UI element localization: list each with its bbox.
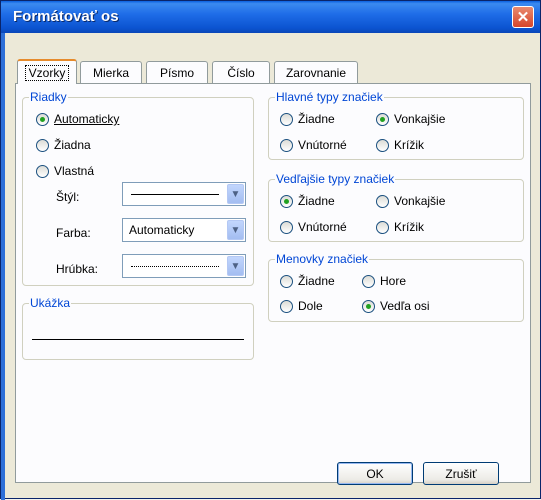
styl-label: Štýl: <box>56 190 80 204</box>
radio-circle <box>36 164 49 178</box>
radio-ziadna[interactable]: Žiadna <box>36 138 91 152</box>
close-button[interactable]: ✕ <box>512 6 534 28</box>
radio-circle <box>362 299 375 313</box>
vedlajsie-ziadne[interactable]: Žiadne <box>280 194 335 208</box>
radio-circle <box>362 274 375 288</box>
farba-select[interactable]: Automaticky ▼ <box>122 218 246 242</box>
radio-automaticky[interactable]: Automaticky <box>36 112 119 126</box>
format-axis-dialog: Formátovať os ✕ Vzorky Mierka Písmo Čísl… <box>0 0 541 500</box>
line-weight-preview <box>131 265 219 267</box>
hrubka-label: Hrúbka: <box>56 262 99 276</box>
farba-label: Farba: <box>56 226 91 240</box>
menovky-ziadne[interactable]: Žiadne <box>280 274 335 288</box>
radio-circle <box>280 299 293 313</box>
radio-circle <box>36 138 49 152</box>
ukazka-legend: Ukážka <box>30 296 71 310</box>
radio-circle <box>376 138 389 152</box>
radio-circle <box>376 220 389 234</box>
menovky-legend: Menovky značiek <box>276 252 369 266</box>
line-style-preview <box>131 193 219 195</box>
radio-circle <box>376 194 389 208</box>
farba-value: Automaticky <box>129 223 195 237</box>
sample-line <box>32 339 244 340</box>
title-bar[interactable]: Formátovať os ✕ <box>1 1 540 33</box>
window-edge <box>1 33 5 500</box>
menovky-vedla-osi[interactable]: Vedľa osi <box>362 299 430 313</box>
tab-panel: Riadky Automaticky Žiadna Vlastná Štýl: … <box>15 83 531 483</box>
vedlajsie-legend: Vedľajšie typy značiek <box>276 172 395 186</box>
hlavne-vonkajsie[interactable]: Vonkajšie <box>376 112 445 126</box>
chevron-down-icon[interactable]: ▼ <box>227 256 244 276</box>
radio-circle <box>376 112 389 126</box>
hlavne-legend: Hlavné typy značiek <box>276 90 383 104</box>
cancel-button[interactable]: Zrušiť <box>423 462 499 485</box>
riadky-legend: Riadky <box>30 90 67 104</box>
vedlajsie-krizik[interactable]: Krížik <box>376 220 424 234</box>
tab-pismo[interactable]: Písmo <box>146 61 208 83</box>
vedlajsie-vnutorne[interactable]: Vnútorné <box>280 220 347 234</box>
ok-button[interactable]: OK <box>337 462 413 485</box>
hlavne-vnutorne[interactable]: Vnútorné <box>280 138 347 152</box>
tab-cislo[interactable]: Číslo <box>212 61 270 83</box>
ukazka-group: Ukážka <box>22 296 254 360</box>
hlavne-krizik[interactable]: Krížik <box>376 138 424 152</box>
chevron-down-icon[interactable]: ▼ <box>227 184 244 204</box>
close-icon: ✕ <box>516 8 530 26</box>
chevron-down-icon[interactable]: ▼ <box>227 220 244 240</box>
radio-circle <box>280 138 293 152</box>
tab-mierka[interactable]: Mierka <box>80 61 142 83</box>
radio-vlastna[interactable]: Vlastná <box>36 164 94 178</box>
radio-circle <box>280 194 293 208</box>
vedlajsie-vonkajsie[interactable]: Vonkajšie <box>376 194 445 208</box>
menovky-dole[interactable]: Dole <box>280 299 323 313</box>
window-title: Formátovať os <box>13 8 119 25</box>
tab-zarovnanie[interactable]: Zarovnanie <box>274 61 358 83</box>
radio-circle <box>280 274 293 288</box>
radio-circle <box>280 112 293 126</box>
radio-circle <box>36 112 49 126</box>
menovky-hore[interactable]: Hore <box>362 274 406 288</box>
tab-vzorky[interactable]: Vzorky <box>17 59 77 84</box>
hrubka-select[interactable]: ▼ <box>122 254 246 278</box>
radio-circle <box>280 220 293 234</box>
styl-select[interactable]: ▼ <box>122 182 246 206</box>
hlavne-ziadne[interactable]: Žiadne <box>280 112 335 126</box>
